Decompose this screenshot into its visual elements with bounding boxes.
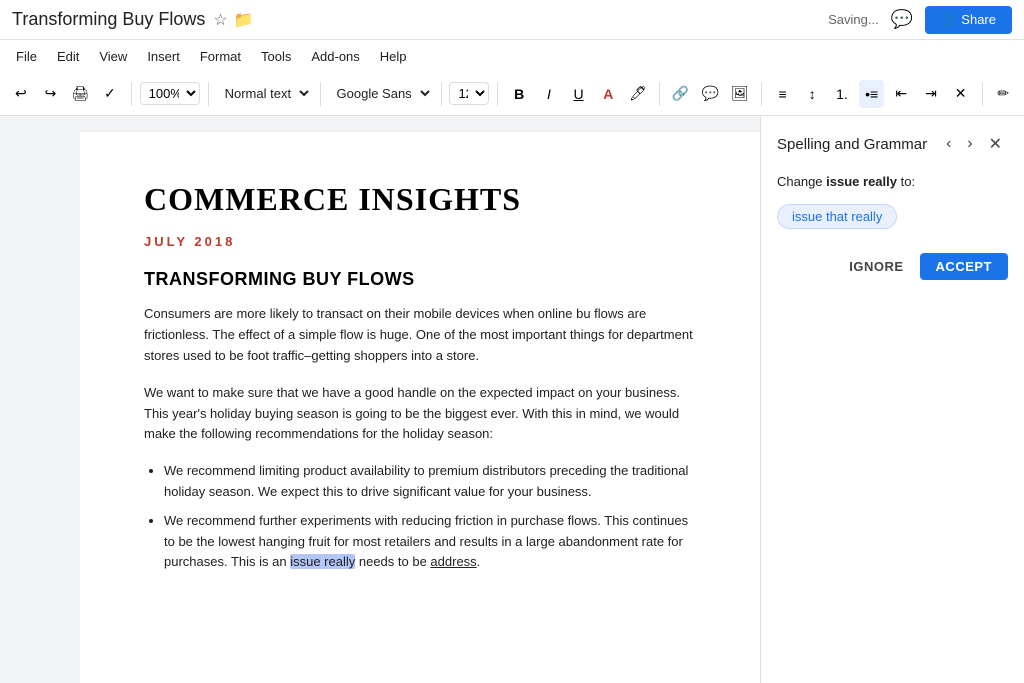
highlight-button[interactable]: 🖊 — [625, 80, 651, 108]
zoom-select[interactable]: 100% — [140, 82, 200, 105]
line-spacing-button[interactable]: ↕ — [799, 80, 825, 108]
comment-button[interactable]: 💬 — [887, 5, 917, 34]
star-icon[interactable]: ☆ — [213, 10, 227, 30]
menu-file[interactable]: File — [8, 45, 45, 68]
more-tools-button[interactable]: ✏ — [990, 80, 1016, 108]
share-icon: 👤 — [941, 12, 957, 28]
ignore-button[interactable]: IGNORE — [841, 253, 911, 280]
highlighted-phrase: issue really — [290, 554, 355, 569]
bold-button[interactable]: B — [506, 80, 532, 108]
align-button[interactable]: ≡ — [770, 80, 796, 108]
share-button[interactable]: 👤 Share — [925, 6, 1012, 34]
spell-change-from: issue really — [826, 174, 897, 189]
list-item: We recommend further experiments with re… — [164, 511, 696, 573]
separator-4 — [441, 82, 442, 106]
image-button[interactable]: 🖼 — [727, 80, 753, 108]
menu-edit[interactable]: Edit — [49, 45, 87, 68]
italic-button[interactable]: I — [536, 80, 562, 108]
toolbar: ↩ ↪ 🖨 ✓ 100% Normal text Google Sans 12 … — [0, 72, 1024, 116]
text-color-button[interactable]: A — [595, 80, 621, 108]
print-button[interactable]: 🖨 — [67, 80, 93, 108]
doc-section-title: Transforming Buy Flows — [144, 269, 696, 290]
menu-format[interactable]: Format — [192, 45, 249, 68]
decrease-indent-button[interactable]: ⇤ — [888, 80, 914, 108]
saving-status: Saving... — [828, 12, 879, 27]
increase-indent-button[interactable]: ⇥ — [918, 80, 944, 108]
redo-button[interactable]: ↪ — [38, 80, 64, 108]
font-select[interactable]: Google Sans — [329, 81, 433, 106]
style-select[interactable]: Normal text — [217, 81, 312, 106]
separator-1 — [131, 82, 132, 106]
title-bar-icons: ☆ 📁 — [213, 10, 253, 30]
separator-6 — [659, 82, 660, 106]
spell-close-button[interactable]: ✕ — [983, 132, 1008, 156]
bullet-list-button[interactable]: •≡ — [859, 80, 885, 108]
spellcheck-button[interactable]: ✓ — [97, 80, 123, 108]
font-size-select[interactable]: 12 — [449, 82, 489, 105]
clear-format-button[interactable]: ✕ — [948, 80, 974, 108]
spell-panel-title: Spelling and Grammar — [777, 136, 927, 153]
spell-panel-header: Spelling and Grammar ‹ › ✕ — [777, 132, 1008, 156]
doc-date: JULY 2018 — [144, 234, 696, 249]
spell-actions: IGNORE ACCEPT — [777, 253, 1008, 280]
menu-help[interactable]: Help — [372, 45, 415, 68]
spell-change-to-label: to: — [901, 174, 915, 189]
spell-nav: ‹ › ✕ — [940, 132, 1008, 156]
title-bar-right: Saving... 💬 👤 Share — [828, 5, 1012, 34]
title-bar: Transforming Buy Flows ☆ 📁 Saving... 💬 👤… — [0, 0, 1024, 40]
list-item: We recommend limiting product availabili… — [164, 461, 696, 503]
undo-button[interactable]: ↩ — [8, 80, 34, 108]
doc-title: Transforming Buy Flows — [12, 9, 205, 30]
doc-para-2: We want to make sure that we have a good… — [144, 383, 696, 445]
share-label: Share — [961, 12, 996, 27]
left-sidebar — [0, 116, 80, 683]
link-button[interactable]: 🔗 — [668, 80, 694, 108]
comment-inline-button[interactable]: 💬 — [697, 80, 723, 108]
separator-8 — [982, 82, 983, 106]
main-area: Commerce Insights JULY 2018 Transforming… — [0, 116, 1024, 683]
menu-bar: File Edit View Insert Format Tools Add-o… — [0, 40, 1024, 72]
spell-check-panel: Spelling and Grammar ‹ › ✕ Change issue … — [760, 116, 1024, 683]
underline-button[interactable]: U — [566, 80, 592, 108]
spell-panel-content: Spelling and Grammar ‹ › ✕ Change issue … — [761, 116, 1024, 296]
spell-next-button[interactable]: › — [961, 133, 978, 155]
doc-area[interactable]: Commerce Insights JULY 2018 Transforming… — [80, 116, 760, 683]
spell-prev-button[interactable]: ‹ — [940, 133, 957, 155]
underlined-word: address — [430, 554, 476, 569]
doc-page[interactable]: Commerce Insights JULY 2018 Transforming… — [80, 132, 760, 683]
folder-icon[interactable]: 📁 — [234, 10, 254, 30]
accept-button[interactable]: ACCEPT — [920, 253, 1008, 280]
menu-addons[interactable]: Add-ons — [303, 45, 367, 68]
menu-view[interactable]: View — [91, 45, 135, 68]
doc-para-1: Consumers are more likely to transact on… — [144, 304, 696, 366]
numbered-list-button[interactable]: 1. — [829, 80, 855, 108]
separator-3 — [320, 82, 321, 106]
separator-5 — [497, 82, 498, 106]
menu-tools[interactable]: Tools — [253, 45, 299, 68]
doc-commerce-title: Commerce Insights — [144, 180, 696, 218]
spell-change-text: Change issue really to: — [777, 172, 1008, 192]
separator-7 — [761, 82, 762, 106]
suggestion-pill[interactable]: issue that really — [777, 204, 897, 229]
doc-list: We recommend limiting product availabili… — [164, 461, 696, 573]
separator-2 — [208, 82, 209, 106]
menu-insert[interactable]: Insert — [139, 45, 188, 68]
